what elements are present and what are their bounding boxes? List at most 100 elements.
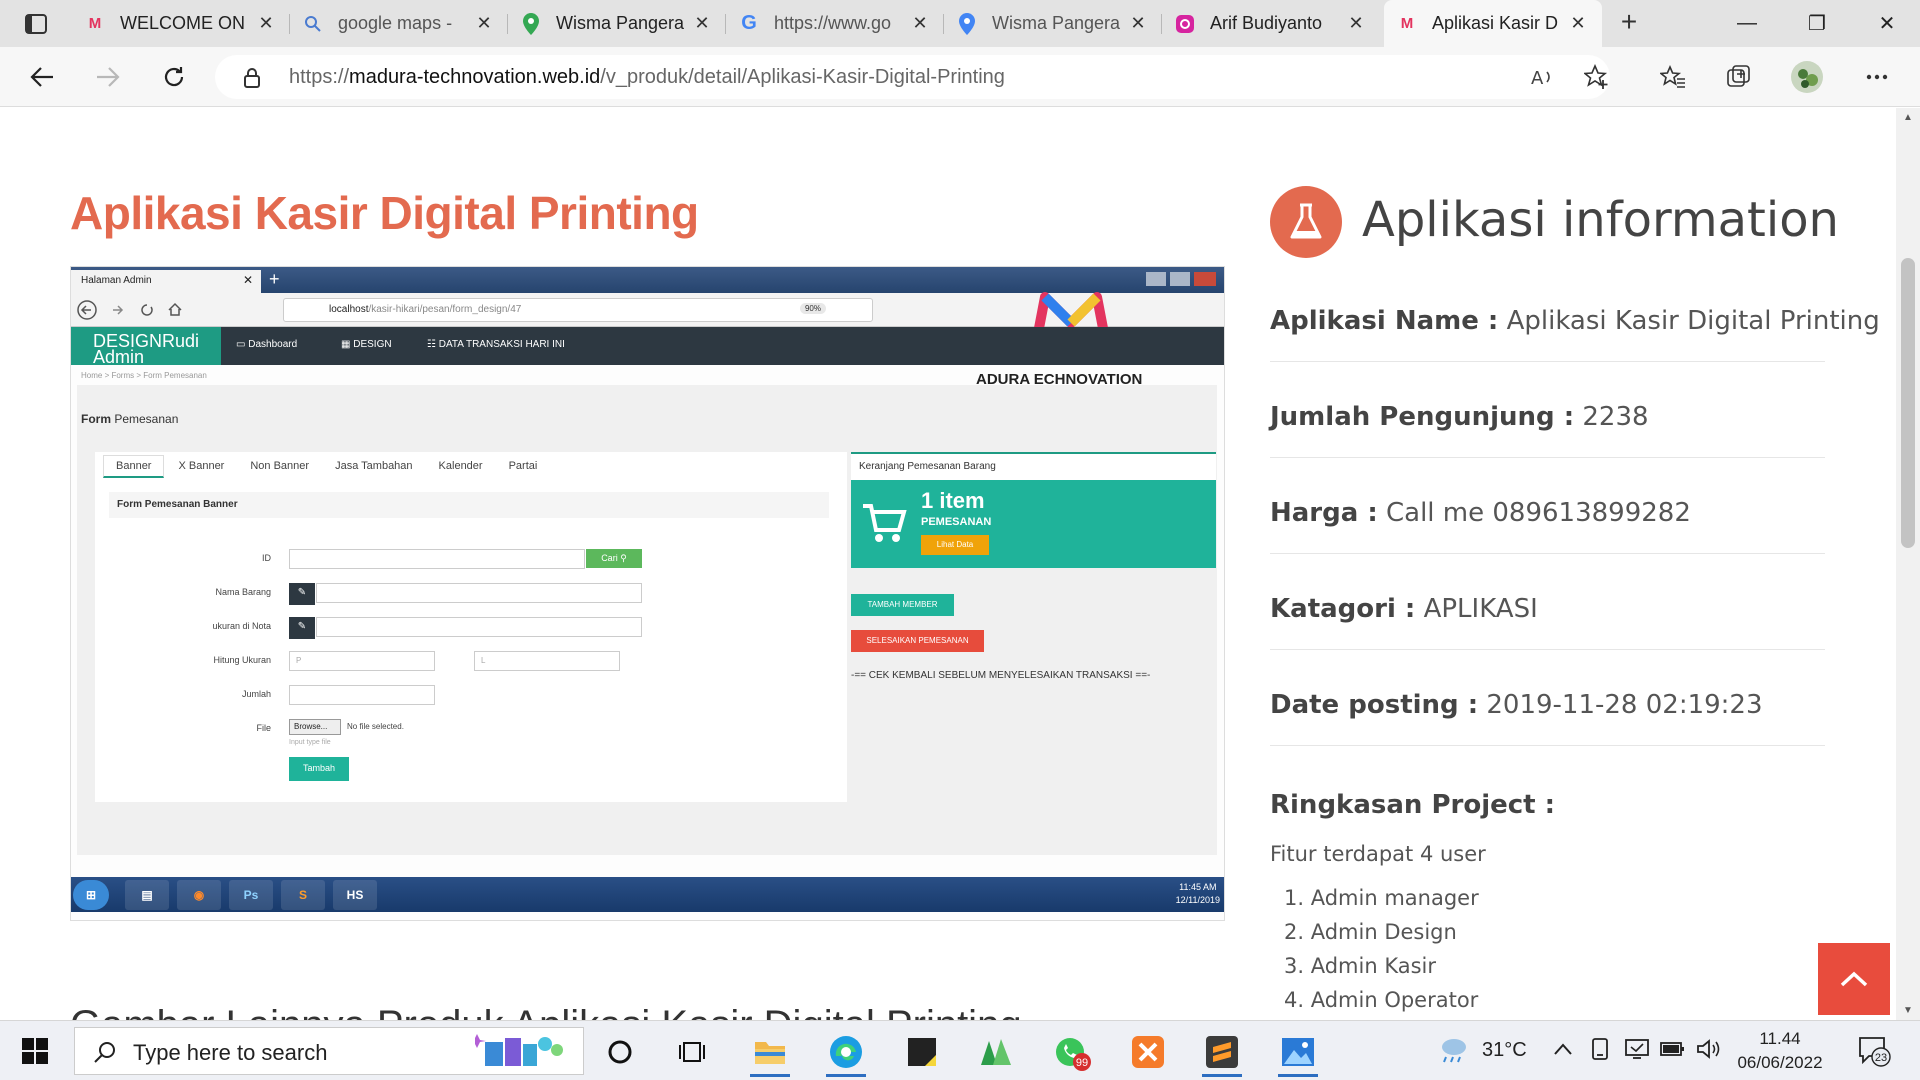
screenshot-label-hitung-ukuran: Hitung Ukuran <box>213 655 271 665</box>
google-icon: G <box>741 12 757 34</box>
clock-date: 06/06/2022 <box>1737 1053 1823 1072</box>
screenshot-menu-item: ▭ Dashboard <box>236 339 298 350</box>
whatsapp-icon[interactable]: 99 <box>1044 1029 1100 1075</box>
page-scrollbar[interactable]: ▲ ▼ <box>1896 108 1920 1020</box>
favorites-icon[interactable] <box>1656 61 1690 93</box>
screenshot-label-ukuran: ukuran di Nota <box>212 621 271 631</box>
screenshot-taskbar: ⊞ ▤ ◉ Ps S HS 11:45 AM 12/11/2019 <box>71 877 1224 912</box>
forward-button[interactable] <box>88 59 128 95</box>
network-monitor-icon[interactable] <box>1624 1037 1650 1061</box>
restore-button[interactable]: ❐ <box>1782 0 1852 47</box>
close-icon[interactable]: ✕ <box>1344 13 1368 34</box>
sublime-text-icon[interactable] <box>1194 1029 1250 1077</box>
screenshot-input-id <box>289 549 585 569</box>
m-logo-icon: M <box>88 15 102 32</box>
chevron-up-icon <box>1840 971 1868 987</box>
more-options-icon[interactable] <box>1860 61 1894 93</box>
profile-avatar[interactable] <box>1790 61 1824 93</box>
close-icon[interactable]: ✕ <box>1566 13 1590 34</box>
windows-start-button[interactable] <box>10 1031 60 1071</box>
summary-label: Ringkasan Project : <box>1270 790 1556 820</box>
scroll-down-arrow-icon[interactable]: ▼ <box>1902 1005 1914 1016</box>
weather-rain-icon[interactable] <box>1436 1035 1470 1065</box>
close-window-button[interactable]: ✕ <box>1852 0 1920 47</box>
minimize-button[interactable]: — <box>1712 0 1782 47</box>
tab-title: google maps - <box>338 13 453 33</box>
screenshot-form-subhead: Form Pemesanan Banner <box>109 492 829 518</box>
add-favorite-icon[interactable] <box>1580 61 1614 93</box>
screenshot-label-file: File <box>256 723 271 733</box>
taskbar-search-box[interactable]: Type here to search <box>74 1027 584 1075</box>
tab-actions-icon[interactable] <box>14 10 58 38</box>
screenshot-form-heading: Form Pemesanan <box>81 412 179 426</box>
refresh-button[interactable] <box>154 59 194 95</box>
spreadsheet-app-icon[interactable] <box>968 1029 1024 1075</box>
instagram-icon <box>1174 13 1196 35</box>
screenshot-tab-partai: Partai <box>508 460 538 472</box>
taskbar-clock[interactable]: 11.44 06/06/2022 <box>1720 1027 1840 1075</box>
sticky-notes-icon[interactable] <box>894 1029 950 1075</box>
close-icon[interactable]: ✕ <box>472 13 496 34</box>
windows-orb-icon: ⊞ <box>73 880 109 910</box>
screenshot-cart-box: 1 item PEMESANAN Lihat Data <box>851 480 1216 568</box>
pencil-icon: ✎ <box>289 583 315 605</box>
task-view-icon[interactable] <box>664 1029 720 1075</box>
windows-logo-icon <box>22 1038 48 1064</box>
photos-icon[interactable] <box>1270 1029 1326 1077</box>
browser-tab[interactable]: Wisma Pangera ✕ <box>944 0 1162 47</box>
lock-icon[interactable] <box>243 67 261 94</box>
tab-title: WELCOME ON <box>120 13 246 33</box>
battery-icon[interactable] <box>1660 1039 1686 1059</box>
info-row-price: Harga : Call me 089613899282 <box>1270 458 1825 554</box>
chevron-up-icon[interactable] <box>1552 1041 1574 1057</box>
windows-taskbar: Type here to search 99 31°C 11.44 06/06/… <box>0 1020 1920 1080</box>
url-text[interactable]: https://madura-technovation.web.id/v_pro… <box>289 66 1005 89</box>
edge-icon[interactable] <box>818 1029 874 1077</box>
read-aloud-icon[interactable]: A <box>1526 61 1560 93</box>
screenshot-tab: Halaman Admin ✕ <box>71 270 261 293</box>
screenshot-logo-text: ADURA ECHNOVATION <box>976 371 1143 388</box>
xampp-icon[interactable] <box>1120 1029 1176 1075</box>
browser-tab[interactable]: G https://www.go ✕ <box>726 0 944 47</box>
close-icon[interactable]: ✕ <box>908 13 932 34</box>
maps-pin-icon <box>956 12 978 35</box>
cortana-icon[interactable] <box>592 1029 648 1075</box>
tab-title: Aplikasi Kasir D <box>1432 13 1559 33</box>
screenshot-add-button: Tambah <box>289 757 349 781</box>
scrollbar-thumb[interactable] <box>1901 258 1915 548</box>
browser-tab[interactable]: google maps - ✕ <box>290 0 508 47</box>
folder-icon: ▤ <box>125 880 169 910</box>
back-button[interactable] <box>22 59 62 95</box>
browser-tab[interactable]: Wisma Pangera ✕ <box>508 0 726 47</box>
list-item: 4. Admin Operator <box>1284 988 1479 1012</box>
tab-title: Wisma Pangera <box>992 13 1121 33</box>
device-icon[interactable] <box>1590 1037 1610 1061</box>
clock-time: 11.44 <box>1759 1029 1801 1048</box>
search-icon <box>302 13 324 35</box>
address-toolbar: https://madura-technovation.web.id/v_pro… <box>0 47 1920 107</box>
photoshop-icon: Ps <box>229 880 273 910</box>
screenshot-menu-item: ☷ DATA TRANSAKSI HARI INI <box>427 339 565 350</box>
close-icon[interactable]: ✕ <box>690 13 714 34</box>
scroll-up-arrow-icon[interactable]: ▲ <box>1902 112 1914 123</box>
address-bar[interactable]: https://madura-technovation.web.id/v_pro… <box>215 55 1610 99</box>
info-row-visitors: Jumlah Pengunjung : 2238 <box>1270 362 1825 458</box>
product-screenshot[interactable]: Halaman Admin ✕ + localhost/kasir-hikari… <box>70 266 1225 921</box>
screenshot-breadcrumb: Home > Forms > Form Pemesanan <box>81 371 207 380</box>
new-tab-button[interactable]: + <box>1614 8 1644 38</box>
notification-center-icon[interactable]: 23 <box>1857 1035 1897 1069</box>
volume-icon[interactable] <box>1696 1037 1722 1061</box>
screenshot-no-file-text: No file selected. <box>347 722 404 731</box>
close-icon[interactable]: ✕ <box>1126 13 1150 34</box>
close-icon[interactable]: ✕ <box>254 13 278 34</box>
browser-tab[interactable]: Arif Budiyanto ✕ <box>1162 0 1380 47</box>
screenshot-finish-button: SELESAIKAN PEMESANAN <box>851 630 984 652</box>
browser-tab-active[interactable]: M Aplikasi Kasir D ✕ <box>1384 0 1602 47</box>
collections-icon[interactable] <box>1722 61 1756 93</box>
temperature-text[interactable]: 31°C <box>1482 1039 1527 1062</box>
screenshot-input-p: P <box>289 651 435 671</box>
back-to-top-button[interactable] <box>1818 943 1890 1015</box>
browser-tab[interactable]: M WELCOME ON ✕ <box>72 0 290 47</box>
file-explorer-icon[interactable] <box>742 1029 798 1077</box>
search-highlight-gifts-icon <box>475 1034 563 1066</box>
